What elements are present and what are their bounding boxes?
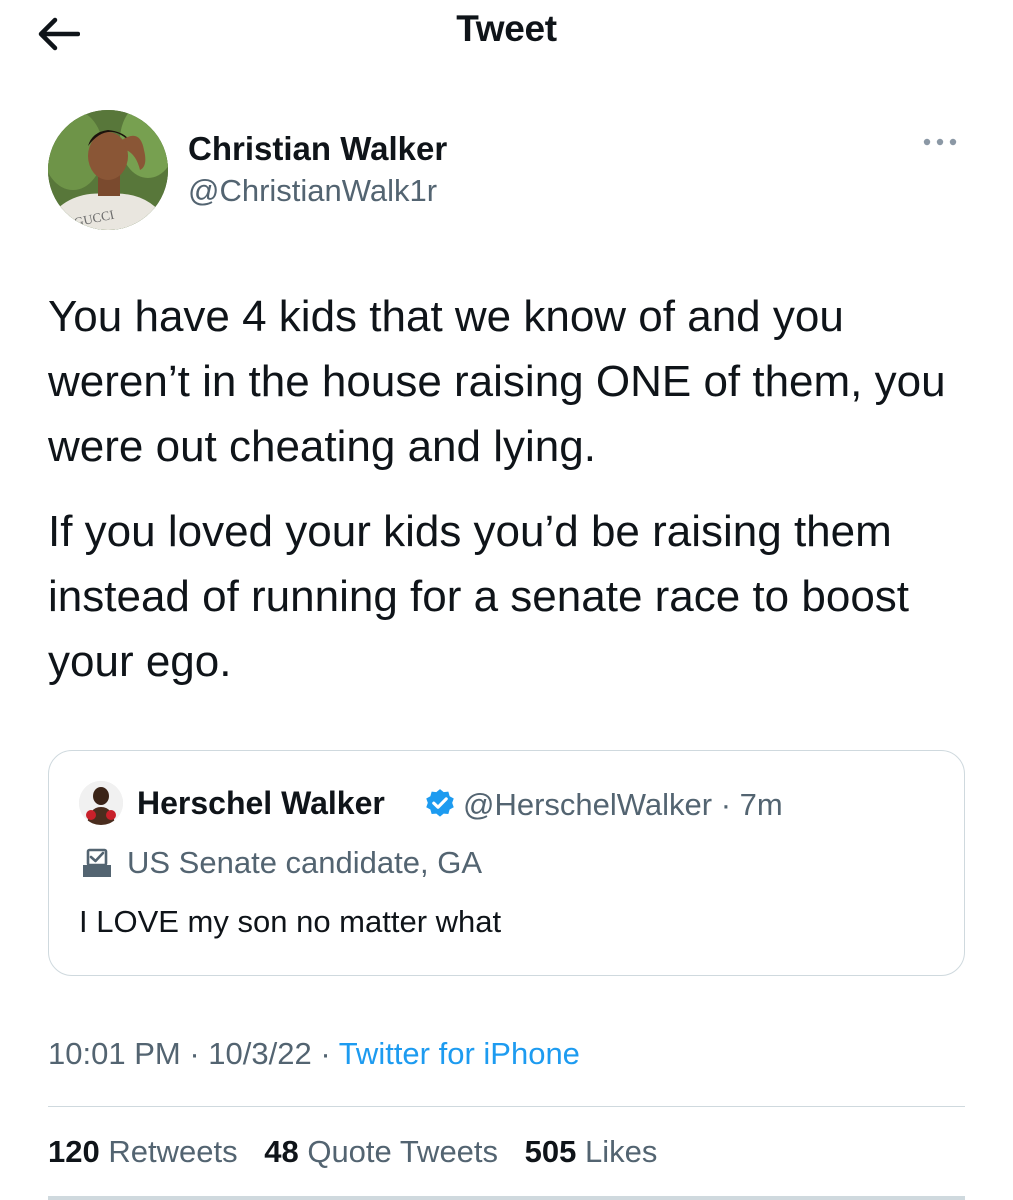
tweet-source-link[interactable]: Twitter for iPhone xyxy=(339,1036,580,1071)
page-title: Tweet xyxy=(456,8,557,49)
meta-separator: · xyxy=(311,1036,339,1071)
tweet-author: GUCCI Christian Walker @ChristianWalk1r xyxy=(48,110,968,234)
top-bar: Tweet xyxy=(0,0,1013,64)
author-handle[interactable]: @ChristianWalk1r xyxy=(188,173,437,209)
quoted-handle-time: @HerschelWalker · 7m xyxy=(463,787,783,822)
avatar[interactable]: GUCCI xyxy=(48,110,168,230)
tweet-stats: 120 Retweets 48 Quote Tweets 505 Likes xyxy=(48,1134,675,1170)
quoted-author-name: Herschel Walker xyxy=(137,785,385,821)
retweets-stat[interactable]: 120 Retweets xyxy=(48,1134,238,1169)
quote-tweets-label: Quote Tweets xyxy=(307,1134,499,1169)
likes-label: Likes xyxy=(585,1134,658,1169)
meta-separator: · xyxy=(180,1036,209,1071)
ballot-box-icon xyxy=(83,848,111,877)
tweet-time[interactable]: 10:01 PM xyxy=(48,1036,181,1071)
tweet-meta: 10:01 PM · 10/3/22 · Twitter for iPhone xyxy=(48,1036,580,1072)
likes-stat[interactable]: 505 Likes xyxy=(525,1134,658,1169)
tweet-date[interactable]: 10/3/22 xyxy=(208,1036,311,1071)
tweet-paragraph: You have 4 kids that we know of and you … xyxy=(48,292,946,471)
quote-tweets-stat[interactable]: 48 Quote Tweets xyxy=(264,1134,498,1169)
quoted-avatar xyxy=(79,781,123,825)
avatar-image: GUCCI xyxy=(48,110,168,230)
more-options-button[interactable] xyxy=(920,130,960,154)
quote-tweets-count: 48 xyxy=(264,1134,299,1169)
quoted-avatar-image xyxy=(79,781,123,825)
divider xyxy=(48,1196,965,1200)
divider xyxy=(48,1106,965,1107)
more-dots-icon xyxy=(923,138,957,146)
author-name[interactable]: Christian Walker xyxy=(188,130,447,168)
quoted-tweet[interactable]: Herschel Walker @HerschelWalker · 7m US … xyxy=(48,750,965,976)
retweets-count: 120 xyxy=(48,1134,100,1169)
quoted-tweet-text: I LOVE my son no matter what xyxy=(79,904,502,939)
tweet-text: You have 4 kids that we know of and you … xyxy=(48,284,978,714)
retweets-label: Retweets xyxy=(108,1134,238,1169)
verified-badge-icon xyxy=(426,789,454,817)
quoted-author-label: US Senate candidate, GA xyxy=(127,845,483,880)
likes-count: 505 xyxy=(524,1134,577,1169)
tweet-paragraph: If you loved your kids you’d be raising … xyxy=(48,507,910,686)
